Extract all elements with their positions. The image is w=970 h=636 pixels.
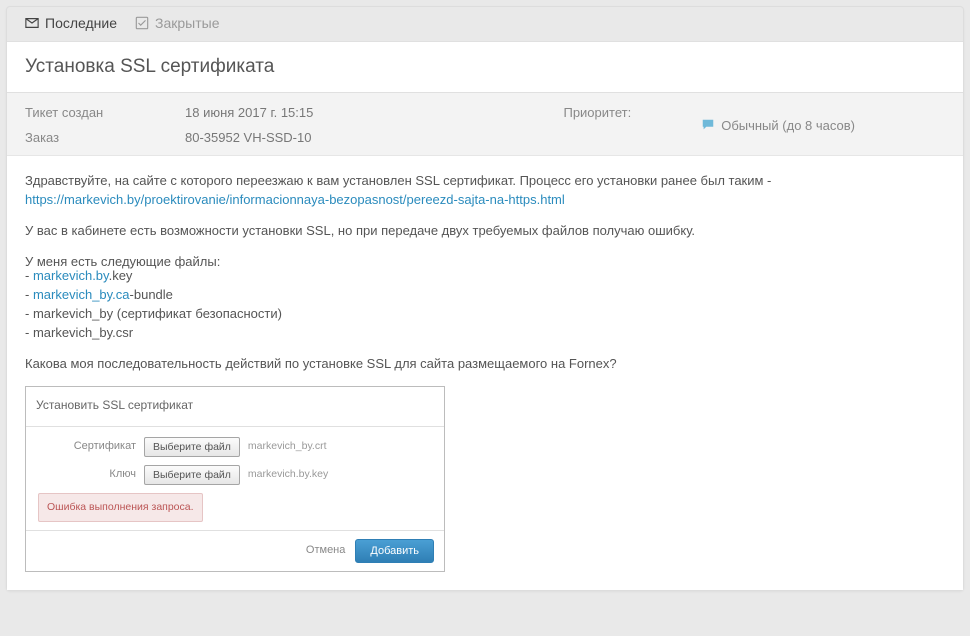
choose-key-button[interactable]: Выберите файл — [144, 465, 240, 485]
msg-line2: У вас в кабинете есть возможности устано… — [25, 222, 945, 241]
priority-value-wrap: Обычный (до 8 часов) — [701, 105, 855, 145]
cert-filename: markevich_by.crt — [248, 439, 327, 454]
add-button[interactable]: Добавить — [355, 539, 434, 563]
envelope-icon — [25, 16, 39, 30]
comment-icon — [701, 118, 715, 132]
choose-cert-button[interactable]: Выберите файл — [144, 437, 240, 457]
ticket-panel: Последние Закрытые Установка SSL сертифи… — [6, 6, 964, 591]
file2-prefix: - — [25, 287, 33, 302]
msg-intro-text: Здравствуйте, на сайте с которого переез… — [25, 173, 771, 188]
tabs-bar: Последние Закрытые — [7, 7, 963, 41]
meta-right: Приоритет: Обычный (до 8 часов) — [563, 105, 945, 145]
ssl-cert-row: Сертификат Выберите файл markevich_by.cr… — [36, 437, 434, 457]
file1-prefix: - — [25, 268, 33, 283]
file-item-2: - markevich_by.ca-bundle — [25, 286, 945, 305]
key-filename: markevich.by.key — [248, 467, 328, 482]
ssl-error-message: Ошибка выполнения запроса. — [38, 493, 203, 522]
meta-created-row: Тикет создан 18 июня 2017 г. 15:15 — [25, 105, 313, 120]
priority-label: Приоритет: — [563, 105, 631, 145]
order-label: Заказ — [25, 130, 185, 145]
cancel-button[interactable]: Отмена — [306, 543, 345, 559]
msg-link[interactable]: https://markevich.by/proektirovanie/info… — [25, 192, 565, 207]
ticket-meta: Тикет создан 18 июня 2017 г. 15:15 Заказ… — [7, 93, 963, 155]
priority-value: Обычный (до 8 часов) — [721, 118, 855, 133]
ssl-key-row: Ключ Выберите файл markevich.by.key — [36, 465, 434, 485]
ticket-body: Здравствуйте, на сайте с которого переез… — [7, 155, 963, 590]
file-item-3: - markevich_by (сертификат безопасности) — [25, 305, 945, 324]
file2-suffix: -bundle — [130, 287, 173, 302]
file1-suffix: .key — [109, 268, 133, 283]
file-item-4: - markevich_by.csr — [25, 324, 945, 343]
meta-left: Тикет создан 18 июня 2017 г. 15:15 Заказ… — [25, 105, 313, 145]
ssl-key-label: Ключ — [36, 467, 136, 483]
tab-recent-label: Последние — [45, 15, 117, 31]
tab-closed-label: Закрытые — [155, 15, 219, 31]
meta-order-row: Заказ 80-35952 VH-SSD-10 — [25, 130, 313, 145]
ssl-dialog-screenshot: Установить SSL сертификат Сертификат Выб… — [25, 386, 445, 573]
tab-closed[interactable]: Закрытые — [135, 15, 219, 31]
msg-question: Какова моя последовательность действий п… — [25, 355, 945, 374]
created-value: 18 июня 2017 г. 15:15 — [185, 105, 313, 120]
ssl-dialog-title: Установить SSL сертификат — [26, 387, 444, 427]
created-label: Тикет создан — [25, 105, 185, 120]
ticket-title: Установка SSL сертификата — [7, 41, 963, 93]
ssl-dialog-body: Сертификат Выберите файл markevich_by.cr… — [26, 427, 444, 530]
file2-link[interactable]: markevich_by.ca — [33, 287, 130, 302]
ssl-cert-label: Сертификат — [36, 439, 136, 455]
order-value: 80-35952 VH-SSD-10 — [185, 130, 311, 145]
file1-link[interactable]: markevich.by — [33, 268, 109, 283]
file-list: - markevich.by.key - markevich_by.ca-bun… — [25, 267, 945, 342]
check-square-icon — [135, 16, 149, 30]
tab-recent[interactable]: Последние — [25, 15, 117, 31]
msg-intro: Здравствуйте, на сайте с которого переез… — [25, 172, 945, 210]
ssl-dialog-footer: Отмена Добавить — [26, 530, 444, 571]
